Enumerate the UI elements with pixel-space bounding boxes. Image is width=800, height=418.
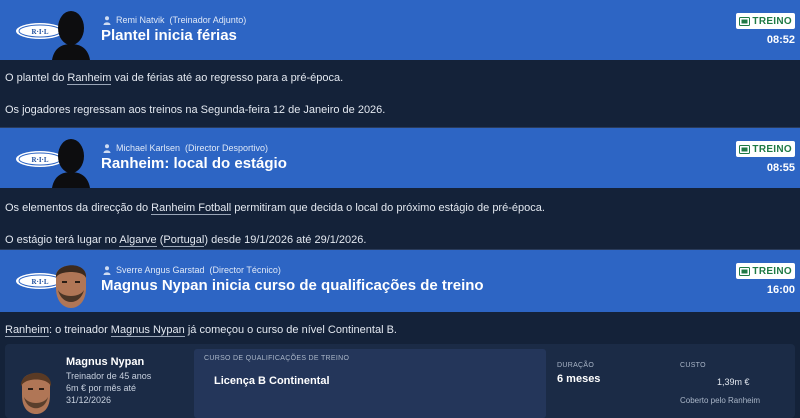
sender-name[interactable]: Remi Natvik [116,15,165,25]
paragraph: Ranheim: o treinador Magnus Nypan já com… [5,324,397,337]
club-link[interactable]: Ranheim Fotball [151,202,232,215]
svg-text:R·I·L: R·I·L [31,28,48,36]
sender-role: (Director Técnico) [209,265,281,275]
message-subject: Magnus Nypan inicia curso de qualificaçõ… [101,277,484,294]
message-subject: Plantel inicia férias [101,27,237,44]
paragraph: Os jogadores regressam aos treinos na Se… [5,104,386,116]
coach-link[interactable]: Magnus Nypan [110,324,185,337]
tag-label: TREINO [752,15,792,27]
paragraph: Os elementos da direcção do Ranheim Fotb… [5,202,545,215]
ticket-icon [739,266,751,276]
coach-salary: 6m € por mês até [66,383,137,393]
duration-value: 6 meses [557,373,601,385]
duration-header: DURAÇÃO [557,362,595,369]
coach-avatar[interactable] [17,365,55,415]
course-panel: CURSO DE QUALIFICAÇÕES DE TREINO Licença… [194,349,546,418]
staff-icon [103,143,111,153]
sender-name[interactable]: Michael Karlsen [116,143,180,153]
cost-note: Coberto pelo Ranheim [680,396,761,405]
svg-text:R·I·L: R·I·L [31,278,48,286]
sender-line: Sverre Angus Garstad (Director Técnico) [103,265,281,275]
message-body: O plantel do Ranheim vai de férias até a… [0,60,800,128]
message-header[interactable]: R·I·L Remi Natvik (Treinador Adjunto) Pl… [0,0,800,60]
staff-icon [103,15,111,25]
message-subject: Ranheim: local do estágio [101,155,287,172]
course-header: CURSO DE QUALIFICAÇÕES DE TREINO [204,355,350,362]
staff-icon [103,265,111,275]
message-time: 16:00 [766,284,795,296]
message-time: 08:55 [766,162,795,174]
sender-name[interactable]: Sverre Angus Garstad [116,265,205,275]
message-header[interactable]: R·I·L Sverre Angus Garstad (Director Téc… [0,250,800,312]
tag-label: TREINO [752,265,792,277]
tag-label: TREINO [752,143,792,155]
message-header[interactable]: R·I·L Michael Karlsen (Director Desporti… [0,128,800,188]
club-link[interactable]: Ranheim [67,72,112,85]
course-value: Licença B Continental [214,375,330,387]
message-body: Os elementos da direcção do Ranheim Fotb… [0,188,800,250]
ticket-icon [739,16,751,26]
coach-name[interactable]: Magnus Nypan [66,356,144,368]
region-link[interactable]: Algarve [119,234,157,247]
paragraph: O plantel do Ranheim vai de férias até a… [5,72,344,85]
cost-header: CUSTO [680,362,706,369]
training-tag: TREINO [736,263,795,279]
sender-avatar[interactable] [48,254,94,310]
sender-avatar[interactable] [48,132,94,188]
cost-value: 1,39m € [717,377,750,387]
sender-role: (Director Desportivo) [185,143,269,153]
coach-role: Treinador de 45 anos [66,371,152,381]
country-link[interactable]: Portugal [163,234,205,247]
sender-role: (Treinador Adjunto) [169,15,247,25]
club-link[interactable]: Ranheim [5,324,50,337]
svg-text:R·I·L: R·I·L [31,156,48,164]
sender-line: Remi Natvik (Treinador Adjunto) [103,15,246,25]
coach-contract-end: 31/12/2026 [66,395,112,405]
training-tag: TREINO [736,141,795,157]
training-tag: TREINO [736,13,795,29]
sender-avatar[interactable] [48,4,94,60]
course-card: Magnus Nypan Treinador de 45 anos 6m € p… [5,344,795,418]
ticket-icon [739,144,751,154]
message-time: 08:52 [766,34,795,46]
sender-line: Michael Karlsen (Director Desportivo) [103,143,268,153]
paragraph: O estágio terá lugar no Algarve (Portuga… [5,234,367,247]
